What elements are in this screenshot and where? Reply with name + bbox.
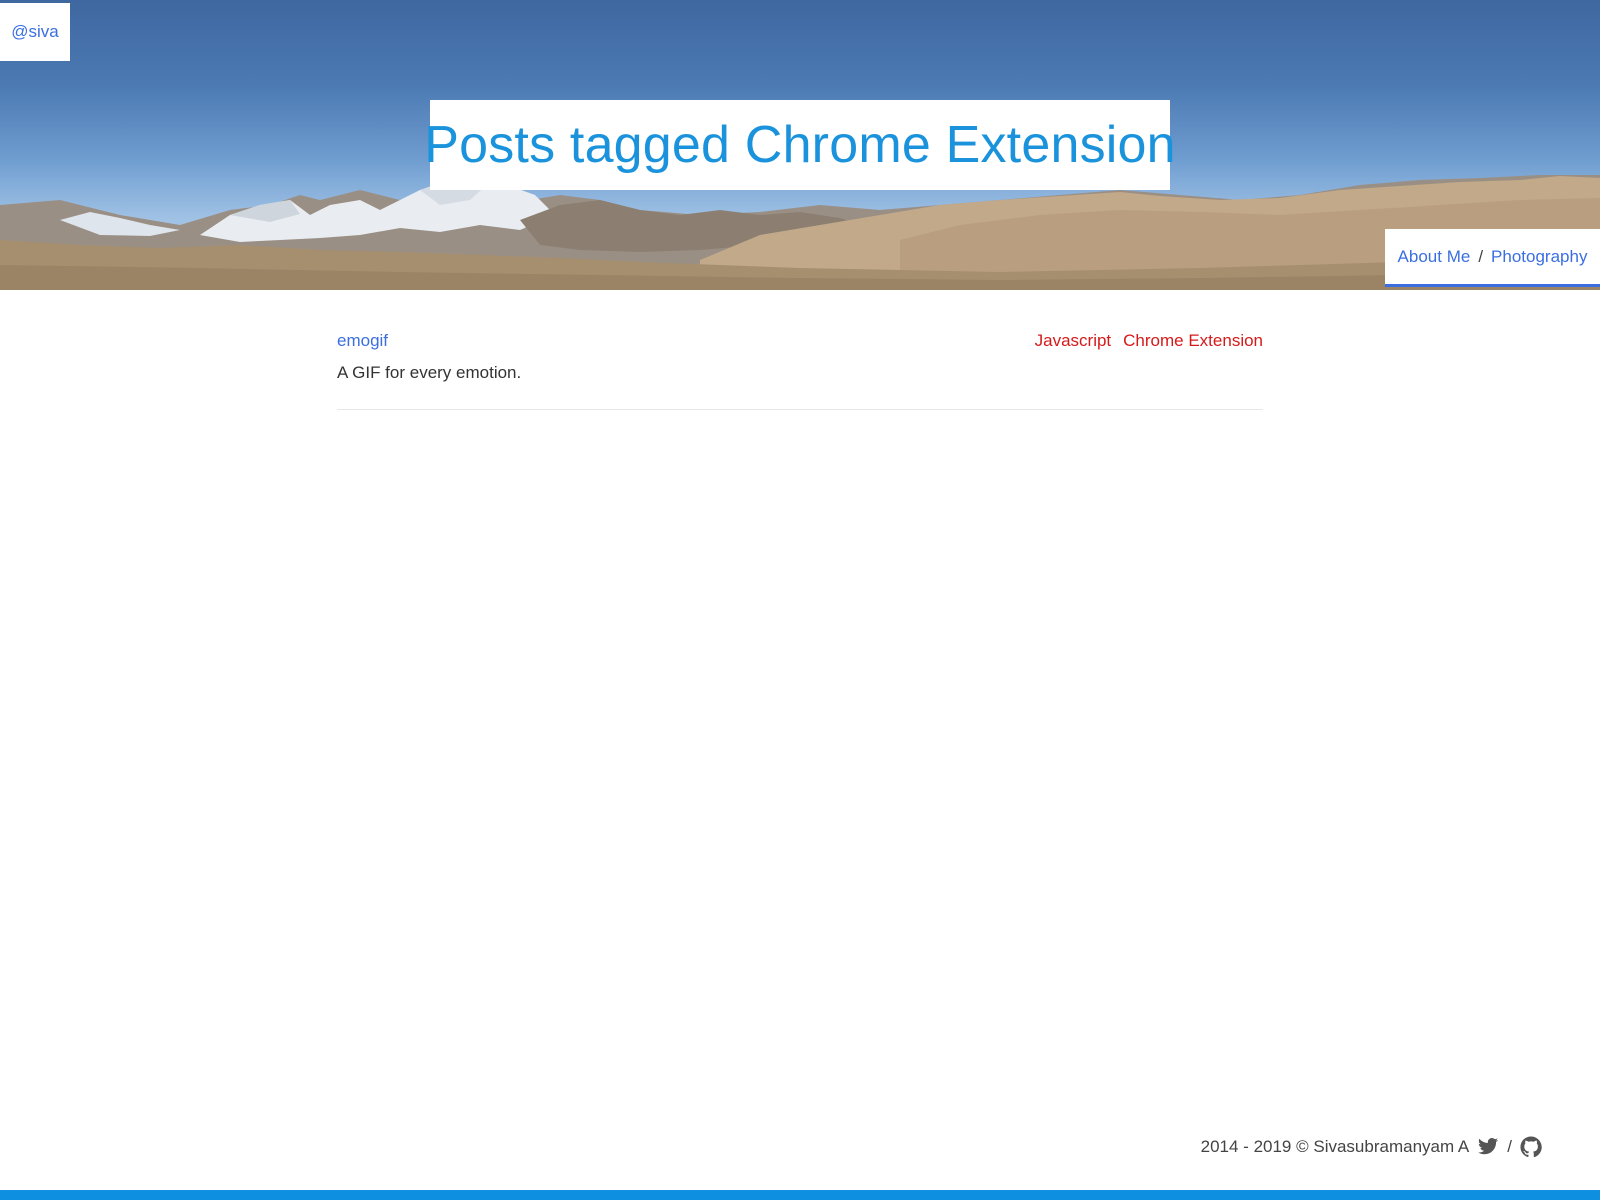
post-divider: [337, 409, 1263, 410]
post-list: emogif Javascript Chrome Extension A GIF…: [337, 325, 1263, 410]
bottom-accent-bar: [0, 1190, 1600, 1200]
hero-banner: @siva Posts tagged Chrome Extension Abou…: [0, 0, 1600, 290]
github-icon[interactable]: [1520, 1136, 1542, 1158]
post-header: emogif Javascript Chrome Extension: [337, 325, 1263, 357]
nav-about-me-link[interactable]: About Me: [1398, 247, 1471, 267]
footer: 2014 - 2019 © Sivasubramanyam A /: [1201, 1136, 1542, 1158]
handle-box: @siva: [0, 3, 70, 61]
footer-copyright: 2014 - 2019 © Sivasubramanyam A: [1200, 1137, 1470, 1156]
twitter-icon[interactable]: [1477, 1136, 1499, 1158]
footer-separator: /: [1507, 1137, 1512, 1156]
page: @siva Posts tagged Chrome Extension Abou…: [0, 0, 1600, 1200]
top-nav: About Me / Photography: [1385, 229, 1600, 287]
post-description: A GIF for every emotion.: [337, 363, 522, 382]
title-box: Posts tagged Chrome Extension: [424, 100, 1176, 190]
page-title: Posts tagged Chrome Extension: [424, 116, 1176, 174]
nav-separator: /: [1478, 246, 1484, 266]
tag-chrome-extension-link[interactable]: Chrome Extension: [1123, 325, 1263, 357]
home-handle-link[interactable]: @siva: [11, 22, 59, 42]
post-item: emogif Javascript Chrome Extension A GIF…: [337, 325, 1263, 410]
post-title-link[interactable]: emogif: [337, 325, 388, 357]
tag-javascript-link[interactable]: Javascript: [1035, 325, 1112, 357]
post-tags: Javascript Chrome Extension: [1035, 325, 1263, 357]
nav-photography-link[interactable]: Photography: [1491, 247, 1587, 267]
